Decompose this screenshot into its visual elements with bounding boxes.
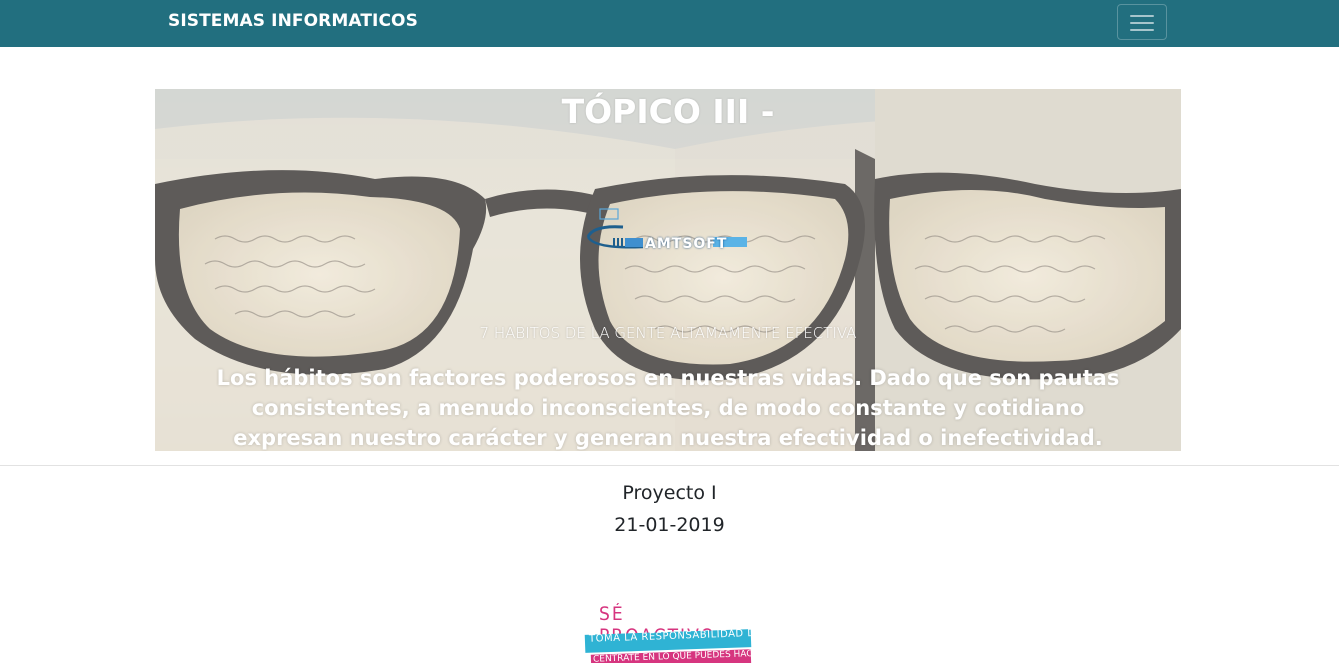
navbar-toggle-button[interactable] [1117, 4, 1167, 40]
project-date: 21-01-2019 [614, 514, 725, 536]
proactive-poster-image: SÉ PROACTIVO: TOMA LA RESPONSABILIDAD DE… [583, 603, 753, 663]
top-navbar: SISTEMAS INFORMATICOS [0, 0, 1339, 47]
hero-title: TÓPICO III - [561, 92, 775, 131]
project-name: Proyecto I [622, 482, 717, 504]
navbar-brand[interactable]: SISTEMAS INFORMATICOS [168, 11, 418, 31]
hero-subtitle: 7 HABITOS DE LA GENTE ALTAMAMENTE EFECTI… [479, 324, 857, 342]
logo-text: AMTSOFT [645, 236, 728, 252]
hero-description: Los hábitos son factores poderosos en nu… [216, 366, 1120, 450]
hero-banner: TÓPICO III - AMTSOFT 7 HABITOS DE LA GEN… [155, 89, 1181, 451]
section-divider [0, 465, 1339, 466]
